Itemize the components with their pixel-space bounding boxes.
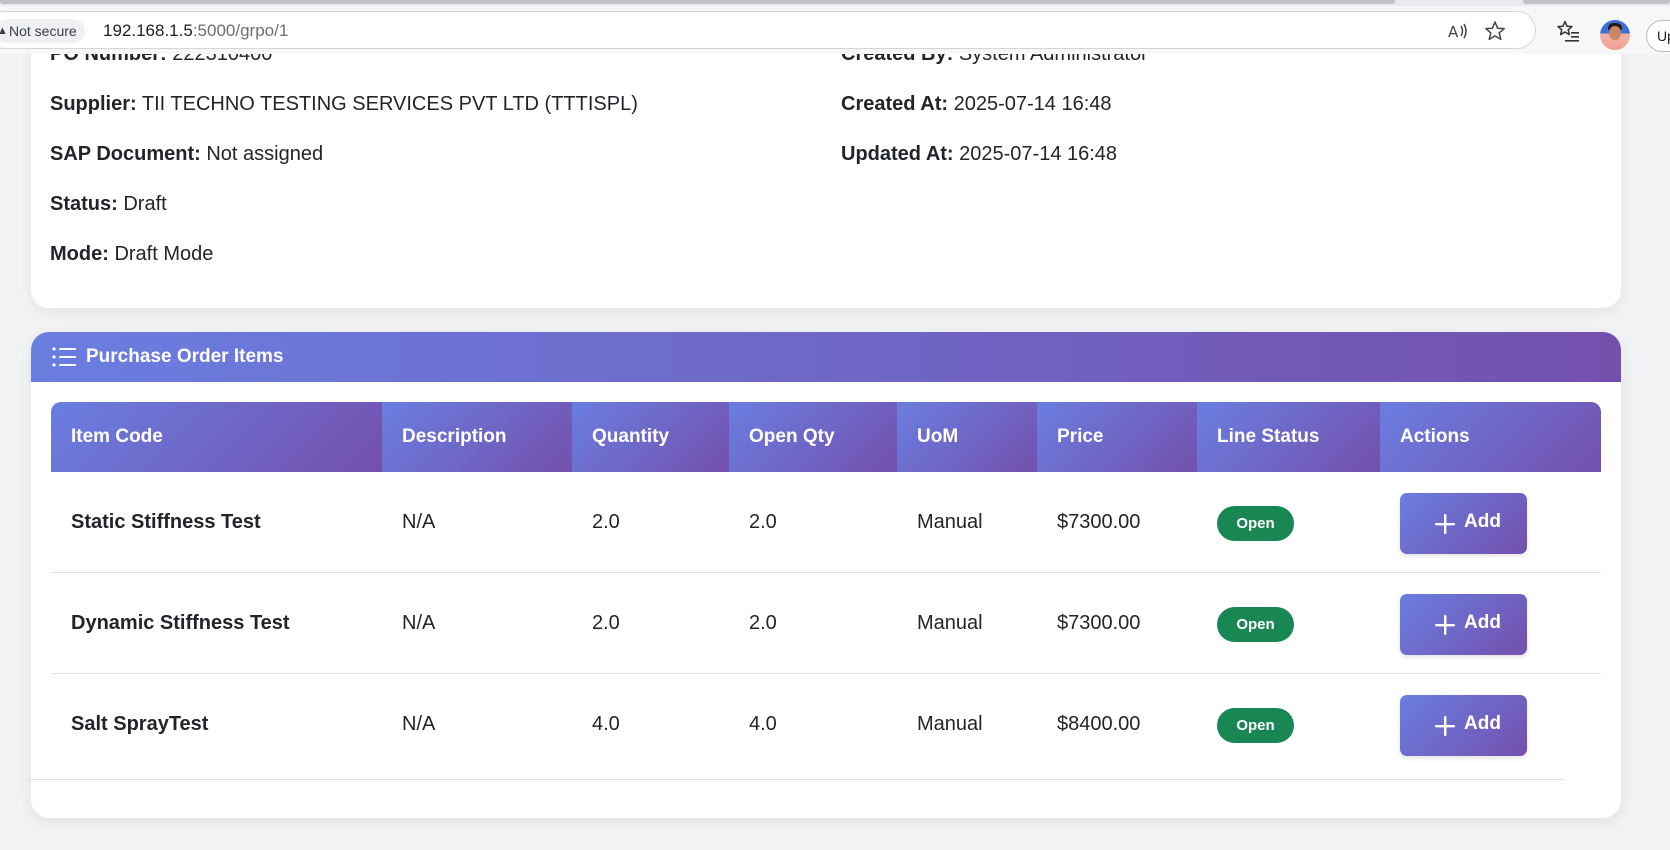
warning-icon: ▲ — [0, 25, 8, 37]
cell-uom: Manual — [917, 511, 983, 533]
col-price: Price — [1037, 402, 1197, 472]
supplier-value: TII TECHNO TESTING SERVICES PVT LTD (TTT… — [141, 93, 638, 115]
browser-toolbar: ▲ Not secure 192.168.1.5:5000/grpo/1 A U… — [0, 6, 1670, 54]
updated-at-label: Updated At: — [841, 143, 954, 165]
cell-open-qty: 4.0 — [749, 713, 777, 735]
status-field: Status: Draft — [50, 192, 167, 216]
url-text[interactable]: 192.168.1.5:5000/grpo/1 — [103, 12, 288, 50]
url-path: :5000/grpo/1 — [192, 21, 289, 40]
col-quantity: Quantity — [572, 402, 729, 472]
updated-at-value: 2025-07-14 16:48 — [959, 143, 1118, 165]
mode-label: Mode: — [50, 243, 109, 265]
favorite-star-icon[interactable] — [1484, 20, 1506, 42]
col-open-qty: Open Qty — [729, 402, 897, 472]
cell-uom: Manual — [917, 713, 983, 735]
tab-strip-bar-right — [1523, 0, 1670, 4]
cell-uom: Manual — [917, 612, 983, 634]
items-card-header: Purchase Order Items — [31, 332, 1621, 382]
cell-description: N/A — [402, 612, 436, 634]
supplier-field: Supplier: TII TECHNO TESTING SERVICES PV… — [50, 92, 638, 116]
status-badge: Open — [1217, 506, 1294, 541]
created-at-value: 2025-07-14 16:48 — [953, 93, 1112, 115]
cell-price: $7300.00 — [1057, 612, 1141, 634]
col-uom: UoM — [897, 402, 1037, 472]
list-icon — [52, 347, 76, 367]
sap-document-field: SAP Document: Not assigned — [50, 142, 323, 166]
items-card-title: Purchase Order Items — [86, 346, 284, 367]
plus-icon — [1435, 514, 1455, 534]
update-button[interactable]: Up — [1646, 20, 1670, 52]
table-row: Salt SprayTest N/A 4.0 4.0 Manual $8400.… — [51, 674, 1601, 775]
add-button-label: Add — [1464, 511, 1501, 532]
grpo-details-card: PO Number: 222310400 Created By: System … — [31, 30, 1621, 308]
security-label: Not secure — [9, 23, 77, 39]
purchase-order-items-card: Purchase Order Items Item Code Descripti… — [31, 332, 1621, 818]
cell-description: N/A — [402, 713, 436, 735]
status-value: Draft — [123, 193, 167, 215]
table-row: Dynamic Stiffness Test N/A 2.0 2.0 Manua… — [51, 573, 1601, 674]
cell-quantity: 2.0 — [592, 612, 620, 634]
add-item-button[interactable]: Add — [1400, 695, 1527, 756]
updated-at-field: Updated At: 2025-07-14 16:48 — [841, 142, 1117, 166]
add-button-label: Add — [1464, 612, 1501, 633]
plus-icon — [1435, 716, 1455, 736]
status-label: Status: — [50, 193, 118, 215]
cell-quantity: 4.0 — [592, 713, 620, 735]
cell-price: $7300.00 — [1057, 511, 1141, 533]
cell-item-code: Salt SprayTest — [71, 713, 209, 735]
cell-item-code: Dynamic Stiffness Test — [71, 612, 290, 634]
supplier-label: Supplier: — [50, 93, 137, 115]
table-header: Item Code Description Quantity Open Qty … — [51, 402, 1601, 472]
avatar-face — [1609, 26, 1621, 40]
mode-field: Mode: Draft Mode — [50, 242, 213, 266]
mode-value: Draft Mode — [114, 243, 214, 265]
read-aloud-icon[interactable]: A — [1447, 20, 1469, 42]
col-actions: Actions — [1380, 402, 1601, 472]
cell-quantity: 2.0 — [592, 511, 620, 533]
security-chip[interactable]: ▲ Not secure — [0, 19, 85, 43]
sap-document-label: SAP Document: — [50, 143, 201, 165]
cell-item-code: Static Stiffness Test — [71, 511, 261, 533]
status-badge: Open — [1217, 708, 1294, 743]
col-description: Description — [382, 402, 572, 472]
cell-open-qty: 2.0 — [749, 511, 777, 533]
tab-strip-bar — [0, 0, 1395, 4]
url-host: 192.168.1.5 — [103, 21, 193, 40]
add-item-button[interactable]: Add — [1400, 493, 1527, 554]
col-item-code: Item Code — [51, 402, 382, 472]
profile-avatar[interactable] — [1600, 20, 1630, 50]
svg-text:A: A — [1448, 23, 1459, 41]
add-button-label: Add — [1464, 713, 1501, 734]
add-item-button[interactable]: Add — [1400, 594, 1527, 655]
table-bottom-divider — [28, 779, 1564, 780]
plus-icon — [1435, 615, 1455, 635]
cell-price: $8400.00 — [1057, 713, 1141, 735]
address-bar[interactable]: ▲ Not secure 192.168.1.5:5000/grpo/1 A — [0, 11, 1536, 49]
favorites-list-icon[interactable] — [1556, 19, 1580, 43]
table-row: Static Stiffness Test N/A 2.0 2.0 Manual… — [51, 472, 1601, 573]
created-at-label: Created At: — [841, 93, 949, 115]
status-badge: Open — [1217, 607, 1294, 642]
created-at-field: Created At: 2025-07-14 16:48 — [841, 92, 1112, 116]
col-line-status: Line Status — [1197, 402, 1380, 472]
cell-description: N/A — [402, 511, 436, 533]
sap-document-value: Not assigned — [206, 143, 324, 165]
cell-open-qty: 2.0 — [749, 612, 777, 634]
